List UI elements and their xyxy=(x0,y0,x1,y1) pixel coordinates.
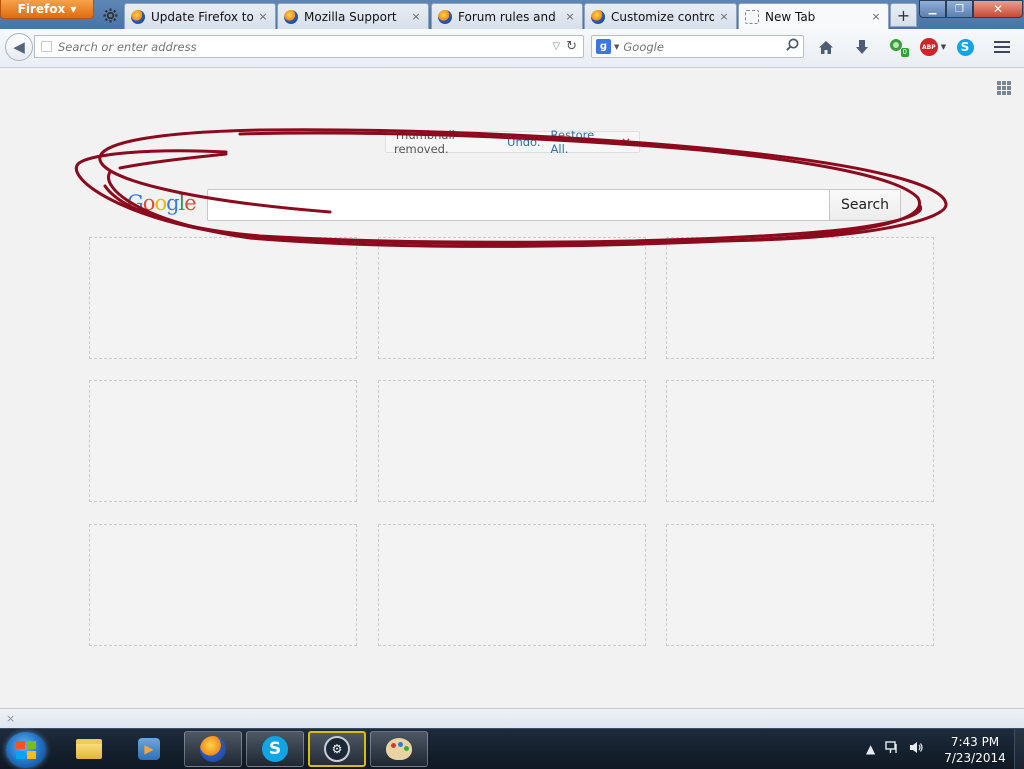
adblock-plus-button[interactable]: ABP ▼ xyxy=(918,37,948,57)
tab-forum-rules[interactable]: Forum rules and g... × xyxy=(431,3,583,29)
addon-bar: × xyxy=(0,708,1024,728)
close-icon[interactable]: × xyxy=(621,135,631,149)
steam-icon: ⚙ xyxy=(324,736,350,762)
tab-strip: Firefox ▼ Update Firefox to t... × Mozil… xyxy=(0,0,1024,29)
taskbar-media-player[interactable]: ▶ xyxy=(120,731,178,767)
taskbar-paint[interactable] xyxy=(370,731,428,767)
empty-site-tile[interactable] xyxy=(89,380,357,502)
taskbar-clock[interactable]: 7:43 PM 7/23/2014 xyxy=(940,734,1010,766)
url-input[interactable] xyxy=(58,39,547,54)
google-engine-icon[interactable]: g xyxy=(596,39,611,54)
show-desktop-button[interactable] xyxy=(1014,729,1024,769)
clock-date: 7/23/2014 xyxy=(944,751,1006,765)
new-tab-button[interactable]: + xyxy=(890,3,917,27)
show-hidden-icons-icon[interactable]: ▲ xyxy=(866,742,875,756)
back-arrow-icon: ◀ xyxy=(13,38,25,56)
site-identity-icon xyxy=(41,41,52,52)
addon-button[interactable]: 0 xyxy=(885,37,909,57)
adblock-plus-icon: ABP xyxy=(919,38,938,56)
undo-link[interactable]: Undo. xyxy=(507,135,541,149)
grid-toggle-icon[interactable] xyxy=(997,81,1011,95)
close-window-button[interactable]: ✕ xyxy=(973,0,1023,18)
empty-site-tile[interactable] xyxy=(666,237,934,359)
url-bar[interactable]: ▽ ↻ xyxy=(34,35,584,58)
download-arrow-icon[interactable] xyxy=(852,37,872,57)
firefox-icon xyxy=(200,736,226,762)
home-icon[interactable] xyxy=(816,37,836,57)
firefox-favicon-icon xyxy=(284,9,298,24)
close-icon[interactable]: × xyxy=(410,10,422,23)
newtab-search-form: Search xyxy=(207,189,901,221)
paint-palette-icon xyxy=(386,738,412,760)
empty-site-tile[interactable] xyxy=(378,380,646,502)
reload-icon[interactable]: ↻ xyxy=(566,39,577,54)
tab-update-firefox[interactable]: Update Firefox to t... × xyxy=(124,3,276,29)
firefox-menu-label: Firefox xyxy=(17,2,66,16)
skype-button[interactable]: S xyxy=(955,37,975,57)
taskbar-firefox[interactable] xyxy=(184,731,242,767)
blank-page-icon xyxy=(745,9,759,24)
system-tray: ▲ xyxy=(866,729,924,769)
close-icon[interactable]: × xyxy=(257,10,269,23)
tab-mozilla-support[interactable]: Mozilla Support × xyxy=(277,3,429,29)
close-icon[interactable]: × xyxy=(6,712,15,725)
tab-customize-controls[interactable]: Customize control... × xyxy=(584,3,737,29)
close-icon[interactable]: × xyxy=(870,10,882,23)
firefox-favicon-icon xyxy=(438,9,452,24)
thumbnail-undo-notification: Thumbnail removed. Undo. Restore All. × xyxy=(385,128,640,156)
window-controls: ▁ ❐ ✕ xyxy=(919,0,1023,18)
network-icon[interactable] xyxy=(885,741,899,757)
back-button[interactable]: ◀ xyxy=(5,33,33,61)
search-icon[interactable] xyxy=(786,38,799,55)
close-icon[interactable]: × xyxy=(564,10,576,23)
empty-site-tile[interactable] xyxy=(89,237,357,359)
tab-title: Forum rules and g... xyxy=(458,9,560,24)
restore-all-link[interactable]: Restore All. xyxy=(551,128,607,156)
gear-icon[interactable] xyxy=(100,5,120,25)
close-icon[interactable]: × xyxy=(718,10,730,23)
addon-count-badge: 0 xyxy=(900,48,909,57)
taskbar-explorer[interactable] xyxy=(60,731,118,767)
empty-site-tile[interactable] xyxy=(378,237,646,359)
chevron-down-icon[interactable]: ▼ xyxy=(614,43,619,51)
firefox-favicon-icon xyxy=(131,9,145,24)
tab-title: New Tab xyxy=(765,9,816,24)
taskbar-steam[interactable]: ⚙ xyxy=(308,731,366,767)
taskbar-skype[interactable]: S xyxy=(246,731,304,767)
windows-taskbar: ▶ S ⚙ ▲ 7:43 PM 7/23/2014 xyxy=(0,728,1024,769)
empty-site-tile[interactable] xyxy=(666,380,934,502)
skype-icon: S xyxy=(262,736,288,762)
chevron-down-icon[interactable]: ▼ xyxy=(941,43,946,51)
skype-icon: S xyxy=(956,38,974,56)
search-input[interactable] xyxy=(623,39,786,54)
tab-new-tab[interactable]: New Tab × xyxy=(738,3,889,29)
windows-start-button[interactable] xyxy=(6,732,46,768)
empty-site-tile[interactable] xyxy=(89,524,357,646)
navigation-toolbar: ◀ ▽ ↻ g ▼ 0 ABP ▼ S xyxy=(0,29,1024,68)
search-bar[interactable]: g ▼ xyxy=(591,35,804,58)
tab-title: Mozilla Support xyxy=(304,9,397,24)
clock-time: 7:43 PM xyxy=(950,735,1000,749)
newtab-search-input[interactable] xyxy=(207,189,829,221)
newtab-search-button[interactable]: Search xyxy=(829,189,901,221)
url-history-dropdown-icon[interactable]: ▽ xyxy=(552,41,560,52)
google-logo: Google xyxy=(127,191,197,215)
hamburger-menu-icon[interactable] xyxy=(992,37,1012,57)
media-player-icon: ▶ xyxy=(138,738,160,760)
firefox-menu-button[interactable]: Firefox ▼ xyxy=(0,0,94,19)
volume-icon[interactable] xyxy=(909,741,924,757)
undo-message: Thumbnail removed. xyxy=(394,128,455,156)
firefox-favicon-icon xyxy=(591,9,605,24)
maximize-button[interactable]: ❐ xyxy=(946,0,973,18)
empty-site-tile[interactable] xyxy=(378,524,646,646)
tab-title: Customize control... xyxy=(611,9,714,24)
chevron-down-icon: ▼ xyxy=(70,4,77,14)
new-tab-page: Thumbnail removed. Undo. Restore All. × … xyxy=(0,68,1024,708)
folder-icon xyxy=(76,739,102,759)
minimize-button[interactable]: ▁ xyxy=(919,0,946,18)
empty-site-tile[interactable] xyxy=(666,524,934,646)
tab-title: Update Firefox to t... xyxy=(151,9,253,24)
